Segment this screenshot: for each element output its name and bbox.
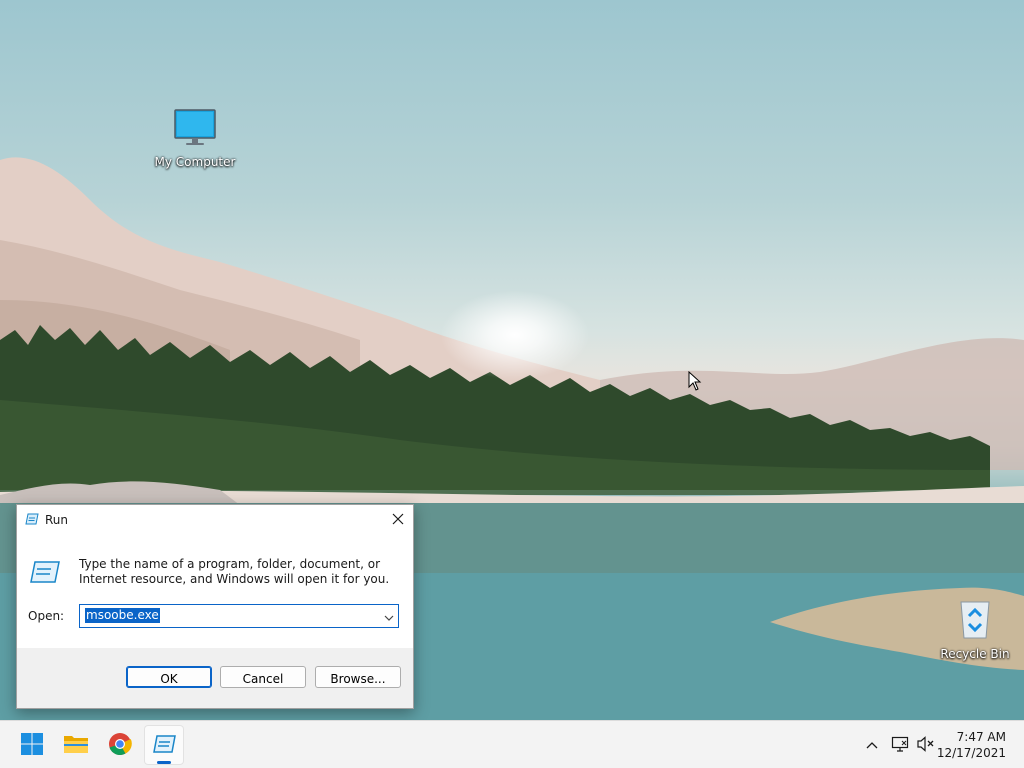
mouse-cursor-icon [688, 371, 702, 391]
network-button[interactable] [888, 733, 912, 757]
open-label: Open: [28, 609, 65, 623]
run-title: Run [45, 513, 69, 527]
chrome-icon [108, 732, 132, 759]
chevron-down-icon[interactable] [384, 611, 394, 625]
run-title-bar[interactable]: Run [17, 505, 413, 535]
run-description: Type the name of a program, folder, docu… [79, 557, 390, 586]
open-input-value[interactable]: msoobe.exe [85, 608, 160, 623]
cancel-button[interactable]: Cancel [220, 666, 306, 688]
taskbar-file-explorer[interactable] [56, 725, 96, 765]
windows-logo-icon [20, 732, 44, 759]
network-icon [891, 736, 909, 755]
run-body: Type the name of a program, folder, docu… [17, 535, 413, 648]
run-icon [152, 734, 176, 757]
desktop-icon-label: My Computer [154, 155, 236, 169]
run-dialog: Run Type the name of a program, folder, … [16, 504, 414, 709]
recycle-bin-icon [930, 598, 1020, 643]
taskbar: 7:47 AM 12/17/2021 [0, 720, 1024, 768]
clock[interactable]: 7:47 AM 12/17/2021 [937, 729, 1006, 761]
chevron-up-icon [866, 738, 878, 752]
taskbar-run[interactable] [144, 725, 184, 765]
start-button[interactable] [12, 725, 52, 765]
monitor-icon [150, 108, 240, 151]
run-icon [29, 559, 61, 588]
run-title-icon [25, 513, 39, 528]
desktop-icon-label: Recycle Bin [940, 647, 1010, 661]
sun-glow [440, 290, 590, 380]
volume-muted-icon [917, 735, 935, 755]
clock-time: 7:47 AM [956, 730, 1006, 744]
show-hidden-icons-button[interactable] [860, 733, 884, 757]
volume-button[interactable] [914, 733, 938, 757]
browse-button[interactable]: Browse... [315, 666, 401, 688]
desktop-icon-recycle-bin[interactable]: Recycle Bin [930, 598, 1020, 661]
desktop-icon-my-computer[interactable]: My Computer [150, 108, 240, 169]
taskbar-chrome[interactable] [100, 725, 140, 765]
close-button[interactable] [383, 505, 413, 535]
close-icon [392, 513, 404, 528]
active-indicator [157, 761, 171, 764]
open-combobox[interactable]: msoobe.exe [79, 604, 399, 628]
folder-icon [63, 733, 89, 758]
ok-button[interactable]: OK [126, 666, 212, 688]
clock-date: 12/17/2021 [936, 746, 1006, 760]
